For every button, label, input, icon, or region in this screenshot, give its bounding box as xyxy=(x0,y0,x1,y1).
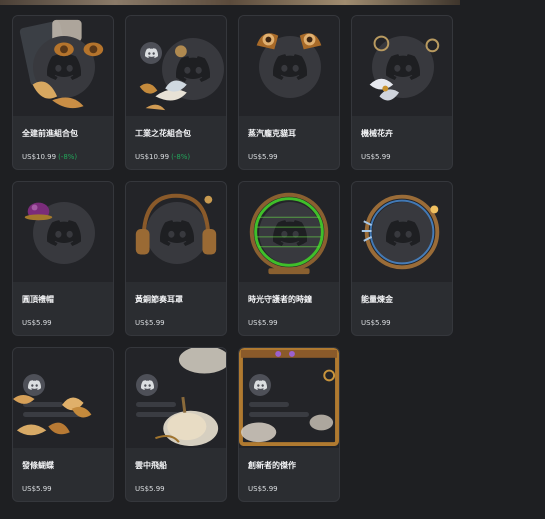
avatar-placeholder xyxy=(162,38,224,100)
avatar-placeholder xyxy=(259,36,321,98)
item-name: 工業之花組合包 xyxy=(135,129,191,138)
item-name: 能量煉金 xyxy=(361,295,393,304)
airship-icon xyxy=(155,348,226,447)
shop-card-mechanical-flower[interactable]: 機械花卉 US$5.99 xyxy=(351,15,453,170)
item-name: 雲中飛船 xyxy=(135,461,167,470)
item-name: 創新者的傑作 xyxy=(248,461,296,470)
skeleton-line xyxy=(23,412,83,417)
shop-card-bundle-industrial-flower[interactable]: 工業之花組合包 US$10.99 (-8%) xyxy=(125,15,227,170)
item-price: US$5.99 xyxy=(135,485,165,493)
item-preview xyxy=(352,182,452,282)
item-price: US$5.99 xyxy=(361,319,391,327)
avatar-placeholder xyxy=(259,202,321,264)
skeleton-line xyxy=(249,402,289,407)
item-preview xyxy=(13,16,113,116)
item-name: 全建前進組合包 xyxy=(22,129,78,138)
avatar-placeholder xyxy=(146,202,208,264)
skeleton-line xyxy=(23,402,63,407)
top-banner xyxy=(0,0,460,5)
item-price: US$5.99 xyxy=(135,319,165,327)
avatar-placeholder xyxy=(33,36,95,98)
item-name: 黃銅節奏耳罩 xyxy=(135,295,183,304)
price-value: US$5.99 xyxy=(22,485,52,493)
price-value: US$5.99 xyxy=(135,319,165,327)
shop-card-steampunk-cat-ears[interactable]: 蒸汽龐克貓耳 US$5.99 xyxy=(238,15,340,170)
mini-avatar xyxy=(23,374,45,396)
shop-card-bundle-full-steam[interactable]: 全建前進組合包 US$10.99 (-8%) xyxy=(12,15,114,170)
price-value: US$5.99 xyxy=(248,153,278,161)
shop-card-energy-alchemy[interactable]: 能量煉金 US$5.99 xyxy=(351,181,453,336)
avatar-placeholder xyxy=(372,36,434,98)
item-preview xyxy=(239,182,339,282)
item-price: US$5.99 xyxy=(248,153,278,161)
item-price: US$5.99 xyxy=(248,485,278,493)
butterfly-icon xyxy=(13,395,92,436)
item-name: 機械花卉 xyxy=(361,129,393,138)
item-preview xyxy=(126,16,226,116)
avatar-placeholder xyxy=(372,202,434,264)
skeleton-line xyxy=(249,412,309,417)
item-price: US$5.99 xyxy=(22,485,52,493)
item-price: US$5.99 xyxy=(361,153,391,161)
price-value: US$5.99 xyxy=(22,319,52,327)
brass-frame-icon xyxy=(239,348,339,447)
item-preview xyxy=(239,16,339,116)
skeleton-line xyxy=(136,412,196,417)
item-preview xyxy=(13,182,113,282)
skeleton-line xyxy=(136,402,176,407)
mini-avatar xyxy=(136,374,158,396)
discount-badge: (-8%) xyxy=(171,153,191,161)
discount-badge: (-8%) xyxy=(58,153,78,161)
price-value: US$5.99 xyxy=(135,485,165,493)
shop-card-clockwork-butterfly[interactable]: 發條蝴蝶 US$5.99 xyxy=(12,347,114,502)
avatar-placeholder xyxy=(33,202,95,264)
price-value: US$5.99 xyxy=(248,485,278,493)
item-price: US$10.99 (-8%) xyxy=(135,153,190,161)
item-price: US$5.99 xyxy=(22,319,52,327)
price-value: US$5.99 xyxy=(361,153,391,161)
shop-card-innovators-masterpiece[interactable]: 創新者的傑作 US$5.99 xyxy=(238,347,340,502)
item-name: 圓頂禮帽 xyxy=(22,295,54,304)
item-name: 蒸汽龐克貓耳 xyxy=(248,129,296,138)
item-preview xyxy=(126,348,226,448)
mini-avatar xyxy=(140,42,162,64)
shop-card-bowler-hat[interactable]: 圓頂禮帽 US$5.99 xyxy=(12,181,114,336)
shop-card-airship-in-clouds[interactable]: 雲中飛船 US$5.99 xyxy=(125,347,227,502)
mini-avatar xyxy=(249,374,271,396)
item-preview xyxy=(352,16,452,116)
price-value: US$5.99 xyxy=(248,319,278,327)
item-preview xyxy=(239,348,339,448)
price-value: US$10.99 xyxy=(135,153,170,161)
item-preview xyxy=(13,348,113,448)
item-price: US$10.99 (-8%) xyxy=(22,153,77,161)
price-value: US$5.99 xyxy=(361,319,391,327)
item-price: US$5.99 xyxy=(248,319,278,327)
shop-card-brass-headphones[interactable]: 黃銅節奏耳罩 US$5.99 xyxy=(125,181,227,336)
item-name: 發條蝴蝶 xyxy=(22,461,54,470)
shop-card-time-keeper-clock[interactable]: 時光守護者的時鐘 US$5.99 xyxy=(238,181,340,336)
item-preview xyxy=(126,182,226,282)
shop-item-grid: 全建前進組合包 US$10.99 (-8%) 工業之花組合包 US$10.99 (-… xyxy=(12,15,453,502)
price-value: US$10.99 xyxy=(22,153,57,161)
item-name: 時光守護者的時鐘 xyxy=(248,295,312,304)
